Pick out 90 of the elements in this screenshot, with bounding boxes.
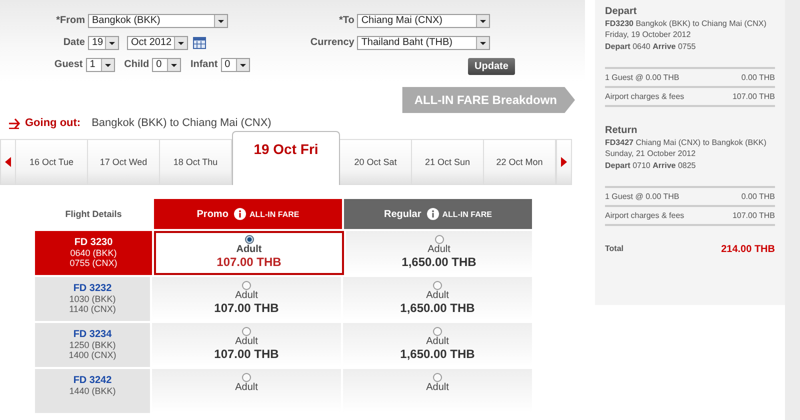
flight-number: FD 3242 [73,375,112,386]
date-tab[interactable]: 18 Oct Thu [160,139,232,185]
passenger-count-select[interactable]: 1 [86,58,116,72]
fare-radio[interactable] [242,327,251,336]
update-button[interactable]: Update [468,58,515,74]
month-select[interactable]: Oct 2012 [127,36,188,50]
flight-details-heading: Flight Details [64,208,123,221]
fare-radio[interactable] [433,327,442,336]
passenger-type: Adult [426,290,449,301]
passenger-count-select[interactable]: 0 [152,58,182,72]
flight-number: FD 3230 [74,237,113,248]
route-text: Bangkok (BKK) to Chiang Mai (CNX) [92,117,272,129]
passenger-type: Adult [236,244,262,255]
departure-time: 1250 (BKK) [69,340,116,350]
flight-route-text: FD3230 Bangkok (BKK) to Chiang Mai (CNX) [605,19,768,28]
going-out-label: Going out: [25,117,81,129]
total-amount: 214.00 THB [721,244,775,255]
currency-label: Currency [309,37,354,48]
arrival-time: 0755 (CNX) [70,258,118,268]
day-select[interactable]: 19 [88,36,119,50]
flight-number: FD 3234 [73,329,112,340]
charge-label: 1 Guest @ 0.00 THB [605,73,680,82]
date-tab[interactable]: 19 Oct Fri [232,131,340,185]
fare-cell[interactable]: Adult 107.00 THB [154,231,344,275]
to-label: *To [338,15,354,26]
charge-amount: 107.00 THB [732,92,775,101]
from-select[interactable]: Bangkok (BKK) [88,14,228,28]
departure-time: 1440 (BKK) [69,386,116,396]
total-label: Total [605,244,624,255]
passenger-type: Adult [235,382,258,393]
info-icon [234,208,246,220]
date-tab[interactable]: 17 Oct Wed [88,139,160,185]
fare-price: 107.00 THB [214,347,279,361]
passenger-label: Guest [53,59,83,70]
flight-times: Depart 0640 Arrive 0755 [605,42,697,51]
charge-amount: 0.00 THB [741,192,775,201]
flight-times: Depart 0710 Arrive 0825 [605,161,697,170]
charge-amount: 0.00 THB [741,73,775,82]
currency-select[interactable]: Thailand Baht (THB) [357,36,490,50]
charge-label: 1 Guest @ 0.00 THB [605,192,680,201]
fare-breakdown-banner: ALL-IN FARE Breakdown [402,87,575,113]
fare-price: 107.00 THB [216,255,282,269]
passenger-type: Adult [428,244,450,255]
fare-price: 1,650.00 THB [400,347,475,361]
fare-price: 1,650.00 THB [402,255,476,269]
date-tab[interactable]: 21 Oct Sun [412,139,484,185]
arrival-time: 1400 (CNX) [68,350,116,360]
fare-tag: ALL-IN FARE [249,210,300,218]
date-tab[interactable]: 22 Oct Mon [484,139,556,185]
fare-radio[interactable] [433,281,442,290]
passenger-type: Adult [426,336,449,347]
flight-number: FD 3232 [73,283,112,294]
passenger-label: Child [124,59,150,70]
departure-time: 1030 (BKK) [69,294,116,304]
charge-label: Airport charges & fees [605,211,684,220]
left-arrow-icon [5,157,11,167]
charge-amount: 107.00 THB [732,211,775,220]
fare-tag: ALL-IN FARE [442,210,492,218]
arrival-time: 1140 (CNX) [69,304,116,314]
passenger-label: Infant [190,59,218,70]
previous-dates-button[interactable] [0,139,16,185]
next-dates-button[interactable] [556,139,572,185]
fare-radio[interactable] [242,281,251,290]
calendar-icon[interactable] [193,36,206,48]
passenger-count-select[interactable]: 0 [220,58,250,72]
fare-price: 107.00 THB [214,301,279,315]
fare-radio[interactable] [244,235,254,244]
to-select[interactable]: Chiang Mai (CNX) [357,14,490,28]
fare-radio[interactable] [433,373,442,382]
info-icon [427,208,440,220]
fare-price: 1,650.00 THB [400,301,475,315]
passenger-type: Adult [426,382,449,393]
date-tab[interactable]: 16 Oct Tue [16,139,88,185]
leg-heading: Return [605,125,638,136]
fare-radio[interactable] [434,235,444,244]
charge-label: Airport charges & fees [605,92,684,101]
date-tab[interactable]: 20 Oct Sat [340,139,412,185]
departure-time: 0640 (BKK) [70,248,117,258]
date-label: Date [62,37,85,48]
right-arrow-icon [561,157,567,167]
from-label: *From [55,15,85,26]
leg-heading: Depart [605,6,638,17]
flight-date: Friday, 19 October 2012 [605,30,692,39]
flight-date: Sunday, 21 October 2012 [605,149,697,158]
flight-route-text: FD3427 Chiang Mai (CNX) to Bangkok (BKK) [605,138,768,147]
fare-name: Promo [196,208,228,220]
fare-name: Regular [384,208,422,220]
passenger-type: Adult [235,290,258,301]
passenger-type: Adult [235,336,258,347]
fare-radio[interactable] [242,373,251,382]
